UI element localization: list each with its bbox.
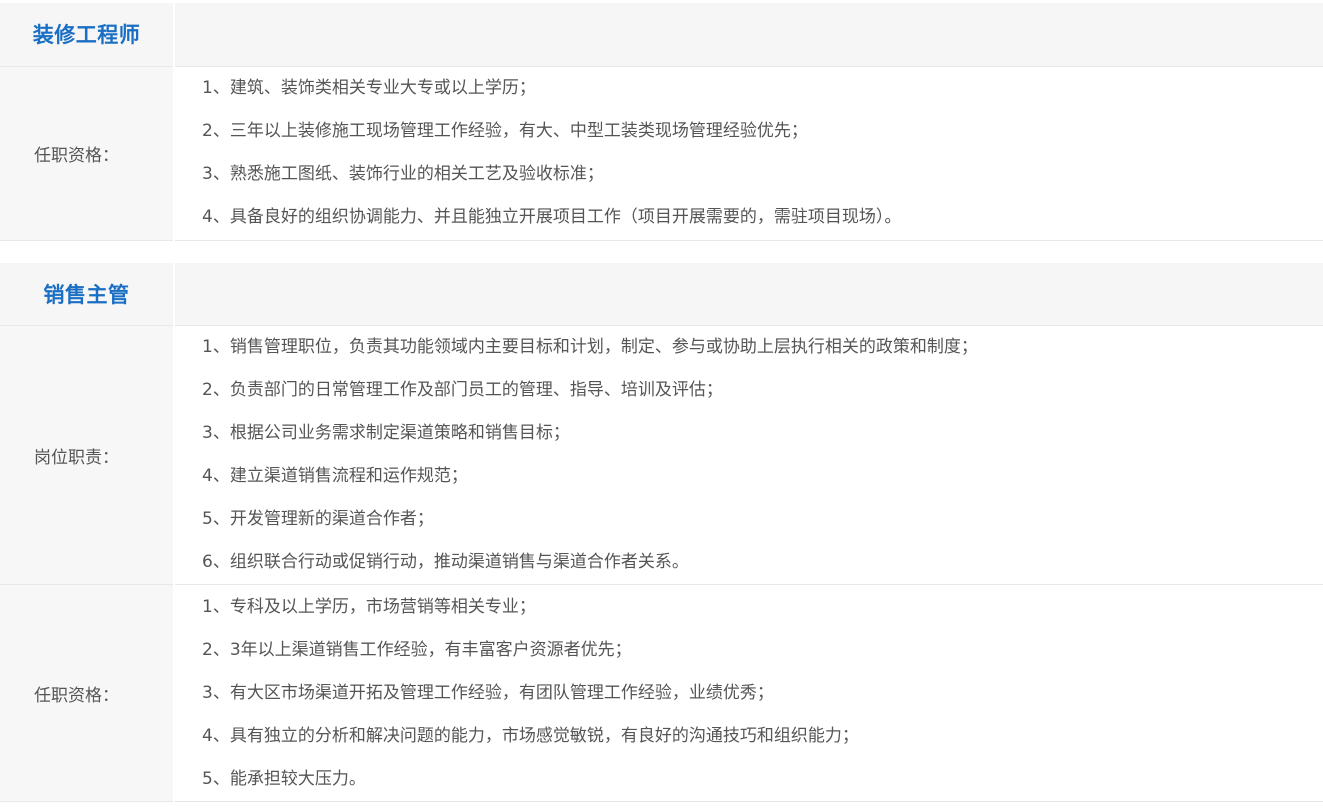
job-title-filler [174,262,1323,326]
job-listings-page: 装修工程师 任职资格： 1、建筑、装饰类相关专业大专或以上学历； 2、三年以上装… [0,3,1323,802]
job-title: 装修工程师 [0,3,175,67]
section-body: 1、销售管理职位，负责其功能领域内主要目标和计划，制定、参与或协助上层执行相关的… [174,325,1323,585]
list-item: 4、具备良好的组织协调能力、并且能独立开展项目工作（项目开展需要的，需驻项目现场… [202,207,902,227]
list-item: 3、有大区市场渠道开拓及管理工作经验，有团队管理工作经验，业绩优秀； [202,682,774,703]
section-row-qualifications: 任职资格： 1、专科及以上学历，市场营销等相关专业； 2、3年以上渠道销售工作经… [0,584,1323,802]
list-item: 5、开发管理新的渠道合作者； [202,509,434,529]
section-row-qualifications: 任职资格： 1、建筑、装饰类相关专业大专或以上学历； 2、三年以上装修施工现场管… [0,66,1323,241]
job-title: 销售主管 [0,262,175,326]
job-table-sales-supervisor: 销售主管 岗位职责： 1、销售管理职位，负责其功能领域内主要目标和计划，制定、参… [0,262,1323,802]
section-body: 1、专科及以上学历，市场营销等相关专业； 2、3年以上渠道销售工作经验，有丰富客… [174,584,1323,802]
job-title-row: 装修工程师 [0,3,1323,67]
list-item: 2、3年以上渠道销售工作经验，有丰富客户资源者优先； [202,639,632,660]
list-item: 1、专科及以上学历，市场营销等相关专业； [202,596,536,617]
list-item: 1、销售管理职位，负责其功能领域内主要目标和计划，制定、参与或协助上层执行相关的… [202,337,978,357]
job-title-filler [174,3,1323,67]
section-label: 岗位职责： [0,325,175,585]
responsibility-list: 1、销售管理职位，负责其功能领域内主要目标和计划，制定、参与或协助上层执行相关的… [175,326,1323,584]
list-item: 6、组织联合行动或促销行动，推动渠道销售与渠道合作者关系。 [202,552,689,572]
job-separator [0,241,1323,263]
list-item: 2、负责部门的日常管理工作及部门员工的管理、指导、培训及评估； [202,380,723,400]
section-label: 任职资格： [0,584,175,802]
list-item: 4、建立渠道销售流程和运作规范； [202,466,468,486]
list-item: 4、具有独立的分析和解决问题的能力，市场感觉敏锐，有良好的沟通技巧和组织能力； [202,725,859,746]
list-item: 5、能承担较大压力。 [202,768,366,789]
qualification-list: 1、建筑、装饰类相关专业大专或以上学历； 2、三年以上装修施工现场管理工作经验，… [175,67,1323,239]
qualification-list: 1、专科及以上学历，市场营销等相关专业； 2、3年以上渠道销售工作经验，有丰富客… [175,586,1323,801]
section-body: 1、建筑、装饰类相关专业大专或以上学历； 2、三年以上装修施工现场管理工作经验，… [174,66,1323,241]
list-item: 3、熟悉施工图纸、装饰行业的相关工艺及验收标准； [202,164,604,184]
job-table-decoration-engineer: 装修工程师 任职资格： 1、建筑、装饰类相关专业大专或以上学历； 2、三年以上装… [0,3,1323,241]
list-item: 2、三年以上装修施工现场管理工作经验，有大、中型工装类现场管理经验优先； [202,121,808,141]
list-item: 3、根据公司业务需求制定渠道策略和销售目标； [202,423,570,443]
section-label: 任职资格： [0,66,175,241]
list-item: 1、建筑、装饰类相关专业大专或以上学历； [202,78,536,98]
job-title-row: 销售主管 [0,262,1323,326]
section-row-responsibilities: 岗位职责： 1、销售管理职位，负责其功能领域内主要目标和计划，制定、参与或协助上… [0,325,1323,585]
